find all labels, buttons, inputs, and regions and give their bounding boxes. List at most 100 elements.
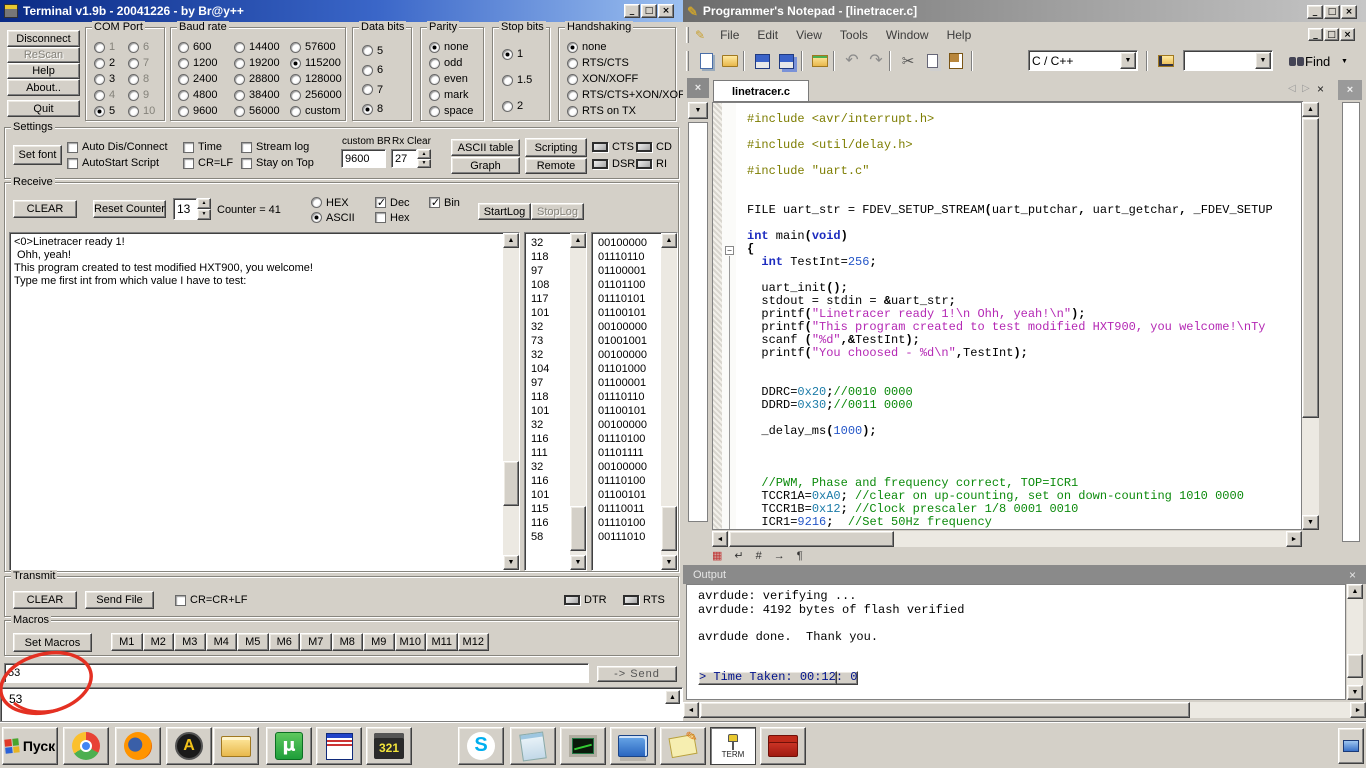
graph-button[interactable]: Graph: [451, 157, 520, 174]
macro-button[interactable]: M1: [111, 633, 143, 651]
set-font-button[interactable]: Set font: [13, 145, 62, 165]
receive-clear-button[interactable]: CLEAR: [13, 200, 77, 218]
scroll-down-arrow[interactable]: ▼: [661, 555, 677, 570]
language-select-arrow[interactable]: ▼: [1120, 52, 1136, 69]
pn-close-button[interactable]: ×: [1341, 5, 1357, 19]
data-bits-option[interactable]: 8: [362, 100, 406, 120]
macro-button[interactable]: M7: [300, 633, 332, 651]
save-disk-icon[interactable]: [316, 727, 362, 765]
com-port-option[interactable]: 10: [128, 103, 161, 119]
scroll-thumb[interactable]: [503, 461, 519, 506]
open-file-icon[interactable]: [719, 50, 741, 72]
bin-list[interactable]: 0010000001110110011000010110110001110101…: [591, 232, 678, 571]
menu-item[interactable]: Window: [877, 27, 938, 43]
settings-checkbox[interactable]: ✓Stream log: [241, 139, 314, 155]
code-editor[interactable]: − #include <avr/interrupt.h> #include <u…: [712, 102, 1302, 530]
scroll-left-arrow[interactable]: ◄: [683, 702, 699, 718]
media-player-classic-icon[interactable]: 321: [366, 727, 412, 765]
handshaking-option[interactable]: RTS/CTS+XON/XOFF: [567, 87, 675, 103]
stop-bits-option[interactable]: 2: [502, 93, 544, 119]
find-button[interactable]: Find: [1305, 54, 1330, 69]
close-button[interactable]: ×: [658, 4, 674, 18]
parity-option[interactable]: none: [429, 39, 481, 55]
send-file-button[interactable]: Send File: [85, 591, 154, 609]
wrap-icon[interactable]: ↵: [734, 551, 743, 562]
menu-item[interactable]: Tools: [831, 27, 877, 43]
save-all-icon[interactable]: [775, 50, 797, 72]
scroll-up-arrow[interactable]: ▲: [570, 233, 586, 248]
disconnect-button[interactable]: Disconnect: [7, 30, 80, 47]
tab-close-icon[interactable]: ×: [1317, 83, 1324, 95]
find-in-files-icon[interactable]: [1155, 50, 1177, 72]
handshaking-option[interactable]: none: [567, 39, 675, 55]
com-port-option[interactable]: 4: [94, 87, 127, 103]
handshaking-option[interactable]: XON/XOFF: [567, 71, 675, 87]
dec-scrollbar[interactable]: ▲ ▼: [570, 233, 586, 570]
parity-option[interactable]: even: [429, 71, 481, 87]
toolbox-icon[interactable]: [760, 727, 806, 765]
ascii-table-button[interactable]: ASCII table: [451, 139, 520, 156]
new-file-icon[interactable]: [695, 50, 717, 72]
baud-option[interactable]: 28800: [234, 71, 289, 87]
notepad-icon[interactable]: [510, 727, 556, 765]
data-bits-option[interactable]: 5: [362, 41, 406, 61]
count-spinner[interactable]: 13: [173, 198, 197, 220]
scroll-up-arrow[interactable]: ▲: [1302, 102, 1319, 117]
scroll-thumb[interactable]: [570, 506, 586, 551]
scroll-right-arrow[interactable]: ►: [1286, 531, 1302, 547]
system-monitor-icon[interactable]: [560, 727, 606, 765]
macro-button[interactable]: M9: [363, 633, 395, 651]
firefox-icon[interactable]: [115, 727, 161, 765]
receive-textarea[interactable]: <0>Linetracer ready 1! Ohh, yeah!This pr…: [9, 232, 520, 571]
scroll-up-arrow[interactable]: ▲: [665, 690, 680, 704]
dock-dropdown[interactable]: ▼: [688, 102, 708, 119]
macro-button[interactable]: M4: [206, 633, 238, 651]
com-port-option[interactable]: 2: [94, 55, 127, 71]
com-port-option[interactable]: 7: [128, 55, 161, 71]
show-desktop-button[interactable]: [1338, 728, 1364, 764]
open-project-icon[interactable]: [809, 50, 831, 72]
grid-icon[interactable]: ▦: [712, 551, 722, 562]
scripting-button[interactable]: Scripting: [525, 138, 587, 157]
maximize-button[interactable]: □: [641, 4, 657, 18]
com-port-option[interactable]: 3: [94, 71, 127, 87]
scroll-thumb[interactable]: [661, 506, 677, 551]
baud-option[interactable]: 38400: [234, 87, 289, 103]
com-port-option[interactable]: 5: [94, 103, 127, 119]
macro-button[interactable]: M6: [269, 633, 301, 651]
baud-option[interactable]: 256000: [290, 87, 345, 103]
com-port-option[interactable]: 9: [128, 87, 161, 103]
macro-button[interactable]: M12: [458, 633, 490, 651]
baud-option[interactable]: 56000: [234, 103, 289, 119]
aimp-icon[interactable]: A: [166, 727, 212, 765]
find-input-arrow[interactable]: ▼: [1255, 52, 1271, 69]
scroll-down-arrow[interactable]: ▼: [503, 555, 519, 570]
settings-checkbox[interactable]: ✓AutoStart Script: [67, 155, 168, 171]
scroll-up-arrow[interactable]: ▲: [661, 233, 677, 248]
receive-format-checkbox[interactable]: ✓Hex: [375, 210, 410, 225]
macro-button[interactable]: M5: [237, 633, 269, 651]
scroll-up-arrow[interactable]: ▲: [503, 233, 519, 248]
baud-option[interactable]: 1200: [178, 55, 233, 71]
tab-linetracer[interactable]: linetracer.c: [713, 80, 809, 102]
baud-option[interactable]: 14400: [234, 39, 289, 55]
output-hscrollbar[interactable]: ◄ ►: [683, 702, 1366, 718]
terminal-titlebar[interactable]: Terminal v1.9b - 20041226 - by Br@y++ _ …: [0, 0, 683, 22]
mdi-restore-button[interactable]: □: [1324, 28, 1339, 41]
custom-br-input[interactable]: 9600: [341, 149, 386, 168]
paste-icon[interactable]: [945, 50, 967, 72]
minimize-button[interactable]: _: [624, 4, 640, 18]
receive-mode-radio[interactable]: HEX: [311, 195, 355, 210]
menu-item[interactable]: View: [787, 27, 831, 43]
rescan-button[interactable]: ReScan: [7, 47, 80, 63]
reset-counter-button[interactable]: Reset Counter: [93, 200, 166, 218]
fold-toggle-icon[interactable]: −: [725, 246, 734, 255]
receive-format-checkbox[interactable]: ✓Bin: [429, 195, 460, 210]
stop-bits-option[interactable]: 1.5: [502, 67, 544, 93]
rx-clear-spinner[interactable]: 27: [391, 149, 417, 168]
chrome-icon[interactable]: [63, 727, 109, 765]
redo-icon[interactable]: ↷: [865, 50, 887, 72]
pn-titlebar[interactable]: ✎ Programmer's Notepad - [linetracer.c] …: [683, 0, 1366, 22]
pn-minimize-button[interactable]: _: [1307, 5, 1323, 19]
mdi-close-button[interactable]: ×: [1340, 28, 1355, 41]
